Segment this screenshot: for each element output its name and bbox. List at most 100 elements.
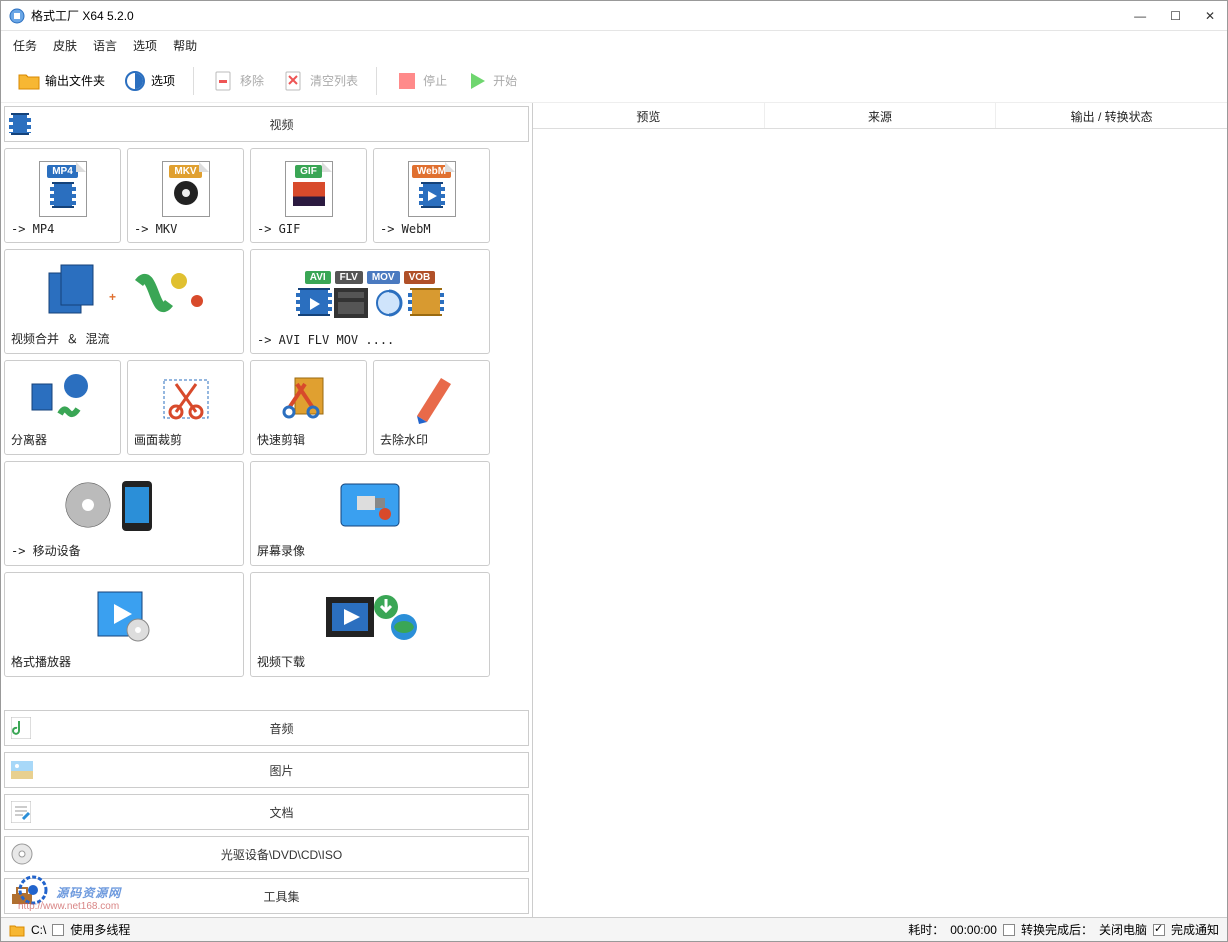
stop-label: 停止 [423,72,447,89]
after-done-value: 关闭电脑 [1099,921,1147,938]
tile-gif[interactable]: GIF -> GIF [250,148,367,243]
tile-merge[interactable]: + 视频合并 ＆ 混流 [4,249,244,354]
dvd-icon [11,843,35,865]
mkv-badge: MKV [169,165,201,178]
menu-skin[interactable]: 皮肤 [53,37,77,54]
after-done-checkbox[interactable] [1003,924,1015,936]
tile-avi-label: -> AVI FLV MOV .... [257,333,483,347]
tile-download[interactable]: 视频下载 [250,572,490,677]
tile-avi-flv-mov[interactable]: AVI FLV MOV VOB -> AVI FLV [250,249,490,354]
notify-checkbox[interactable] [1153,924,1165,936]
stop-button[interactable]: 停止 [391,67,451,95]
output-folder-label: 输出文件夹 [45,72,105,89]
tile-player-label: 格式播放器 [11,653,237,670]
notify-label: 完成通知 [1171,921,1219,938]
tile-mobile[interactable]: -> 移动设备 [4,461,244,566]
start-label: 开始 [493,72,517,89]
svg-text:+: + [109,290,116,304]
tile-mobile-label: -> 移动设备 [11,542,237,559]
clear-list-label: 清空列表 [310,72,358,89]
category-audio-label: 音频 [35,720,528,737]
vob-badge: VOB [404,271,436,284]
options-label: 选项 [151,72,175,89]
video-tiles[interactable]: MP4 -> MP4 MKV -> MKV GIF -> GIF WebM ->… [1,145,532,707]
menu-language[interactable]: 语言 [93,37,117,54]
folder-icon[interactable] [9,923,25,937]
tile-merge-label: 视频合并 ＆ 混流 [11,330,237,347]
tile-splitter[interactable]: 分离器 [4,360,121,455]
menu-task[interactable]: 任务 [13,37,37,54]
category-dvd[interactable]: 光驱设备\DVD\CD\ISO [4,836,529,872]
image-icon [11,761,35,779]
menubar: 任务 皮肤 语言 选项 帮助 [1,31,1227,59]
task-list-empty [533,129,1227,917]
col-status[interactable]: 输出 / 转换状态 [996,103,1227,128]
video-icon [11,113,35,135]
app-icon [9,8,25,24]
after-done-label: 转换完成后： [1021,921,1093,938]
tile-mkv-label: -> MKV [134,222,237,236]
menu-options[interactable]: 选项 [133,37,157,54]
maximize-button[interactable]: ☐ [1170,9,1181,23]
window-title: 格式工厂 X64 5.2.0 [31,7,134,24]
tile-dewatermark[interactable]: 去除水印 [373,360,490,455]
list-header: 预览 来源 输出 / 转换状态 [533,103,1227,129]
tile-gif-label: -> GIF [257,222,360,236]
tile-player[interactable]: 格式播放器 [4,572,244,677]
category-video[interactable]: 视频 [4,106,529,142]
options-button[interactable]: 选项 [119,67,179,95]
mp4-badge: MP4 [47,165,78,178]
category-tools-label: 工具集 [35,888,528,905]
start-button[interactable]: 开始 [461,67,521,95]
avi-badge: AVI [305,271,331,284]
category-video-label: 视频 [35,116,528,133]
col-source[interactable]: 来源 [765,103,997,128]
tile-webm[interactable]: WebM -> WebM [373,148,490,243]
status-drive[interactable]: C:\ [31,923,46,937]
titlebar: 格式工厂 X64 5.2.0 — ☐ ✕ [1,1,1227,31]
category-image[interactable]: 图片 [4,752,529,788]
tile-quick-edit-label: 快速剪辑 [257,431,360,448]
menu-help[interactable]: 帮助 [173,37,197,54]
tile-mp4[interactable]: MP4 -> MP4 [4,148,121,243]
tile-crop[interactable]: 画面裁剪 [127,360,244,455]
separator [376,67,377,95]
category-document-label: 文档 [35,804,528,821]
mov-badge: MOV [367,271,400,284]
multithread-label: 使用多线程 [70,921,130,938]
tile-screen-record[interactable]: 屏幕录像 [250,461,490,566]
close-button[interactable]: ✕ [1205,9,1215,23]
tile-splitter-label: 分离器 [11,431,114,448]
minimize-button[interactable]: — [1134,9,1146,23]
col-preview[interactable]: 预览 [533,103,765,128]
remove-button[interactable]: 移除 [208,67,268,95]
tile-download-label: 视频下载 [257,653,483,670]
category-dvd-label: 光驱设备\DVD\CD\ISO [35,846,528,863]
tile-mp4-label: -> MP4 [11,222,114,236]
elapsed-label: 耗时： [908,921,944,938]
category-tools[interactable]: 工具集 [4,878,529,914]
main-area: 视频 MP4 -> MP4 MKV -> MKV GIF -> GIF [1,103,1227,917]
category-document[interactable]: 文档 [4,794,529,830]
tools-icon [11,886,35,906]
output-folder-button[interactable]: 输出文件夹 [13,67,109,95]
category-audio[interactable]: 音频 [4,710,529,746]
category-image-label: 图片 [35,762,528,779]
elapsed-value: 00:00:00 [950,923,997,937]
statusbar: C:\ 使用多线程 耗时： 00:00:00 转换完成后： 关闭电脑 完成通知 [1,917,1227,941]
left-pane: 视频 MP4 -> MP4 MKV -> MKV GIF -> GIF [1,103,533,917]
toolbar: 输出文件夹 选项 移除 清空列表 停止 开始 [1,59,1227,103]
document-icon [11,801,35,823]
tile-webm-label: -> WebM [380,222,483,236]
audio-icon [11,717,35,739]
remove-label: 移除 [240,72,264,89]
clear-list-button[interactable]: 清空列表 [278,67,362,95]
tile-dewatermark-label: 去除水印 [380,431,483,448]
right-pane: 预览 来源 输出 / 转换状态 [533,103,1227,917]
tile-crop-label: 画面裁剪 [134,431,237,448]
multithread-checkbox[interactable] [52,924,64,936]
tile-quick-edit[interactable]: 快速剪辑 [250,360,367,455]
tile-screen-record-label: 屏幕录像 [257,542,483,559]
gif-badge: GIF [295,165,322,178]
tile-mkv[interactable]: MKV -> MKV [127,148,244,243]
